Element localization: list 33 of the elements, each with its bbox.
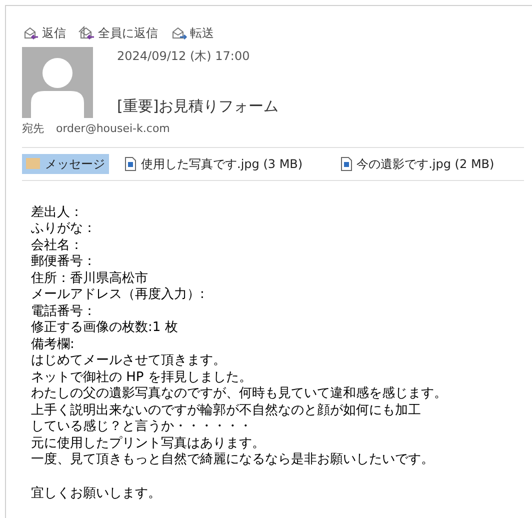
body-line: メールアドレス（再度入力）: [31, 287, 206, 304]
message-tab[interactable]: メッセージ [22, 154, 109, 174]
body-line: はじめてメールさせて頂きます。 [31, 353, 227, 370]
envelope-arrow-icon [170, 26, 188, 40]
body-line: 上手く説明出来ないのですが輪郭が不自然なのと顔が如何にも加工 [31, 402, 422, 419]
avatar-icon [22, 47, 93, 118]
message-subject: [重要]お見積りフォーム [117, 96, 279, 117]
image-file-icon [125, 156, 136, 170]
body-line: 一度、見て頂きもっと自然で綺麗になるなら是非お願いしたいです。 [31, 452, 435, 468]
body-line: 住所：香川県高松市 [31, 270, 148, 287]
body-line: 備考欄: [31, 336, 76, 353]
recipient-label: 宛先 [22, 121, 44, 137]
body-line: 修正する画像の枚数:1 枚 [31, 320, 179, 336]
body-line: 宜しくお願いします。 [31, 486, 162, 502]
body-line: 元に使用したプリント写真はあります。 [31, 436, 266, 452]
toolbar-button[interactable]: 全員に返信 [78, 24, 158, 42]
toolbar-button[interactable]: 転送 [170, 24, 214, 42]
body-line: 郵便番号： [31, 254, 97, 270]
body-line: 電話番号： [31, 304, 97, 320]
recipient-address: order@housei-k.com [56, 121, 170, 137]
body-line: ふりがな： [31, 221, 97, 238]
body-line: 差出人： [31, 204, 84, 221]
envelope-arrow-icon [22, 26, 40, 40]
attachment-item[interactable]: 今の遺影です.jpg (2 MB) [336, 154, 498, 174]
body-line: わたしの父の遺影写真なのですが、何時も見ていて違和感を感じます。 [31, 386, 448, 402]
attachment-item[interactable]: 使用した写真です.jpg (3 MB) [121, 154, 307, 174]
image-file-icon [340, 156, 352, 170]
toolbar-button[interactable]: 返信 [22, 24, 66, 42]
message-date: 2024/09/12 (木) 17:00 [117, 48, 251, 65]
body-line: 会社名： [31, 238, 84, 254]
envelope-arrow-icon [78, 26, 96, 40]
body-line: している感じ？と言うか・・・・・・ [31, 419, 253, 436]
body-line: ネットで御社の HP を拝見しました。 [31, 370, 253, 386]
